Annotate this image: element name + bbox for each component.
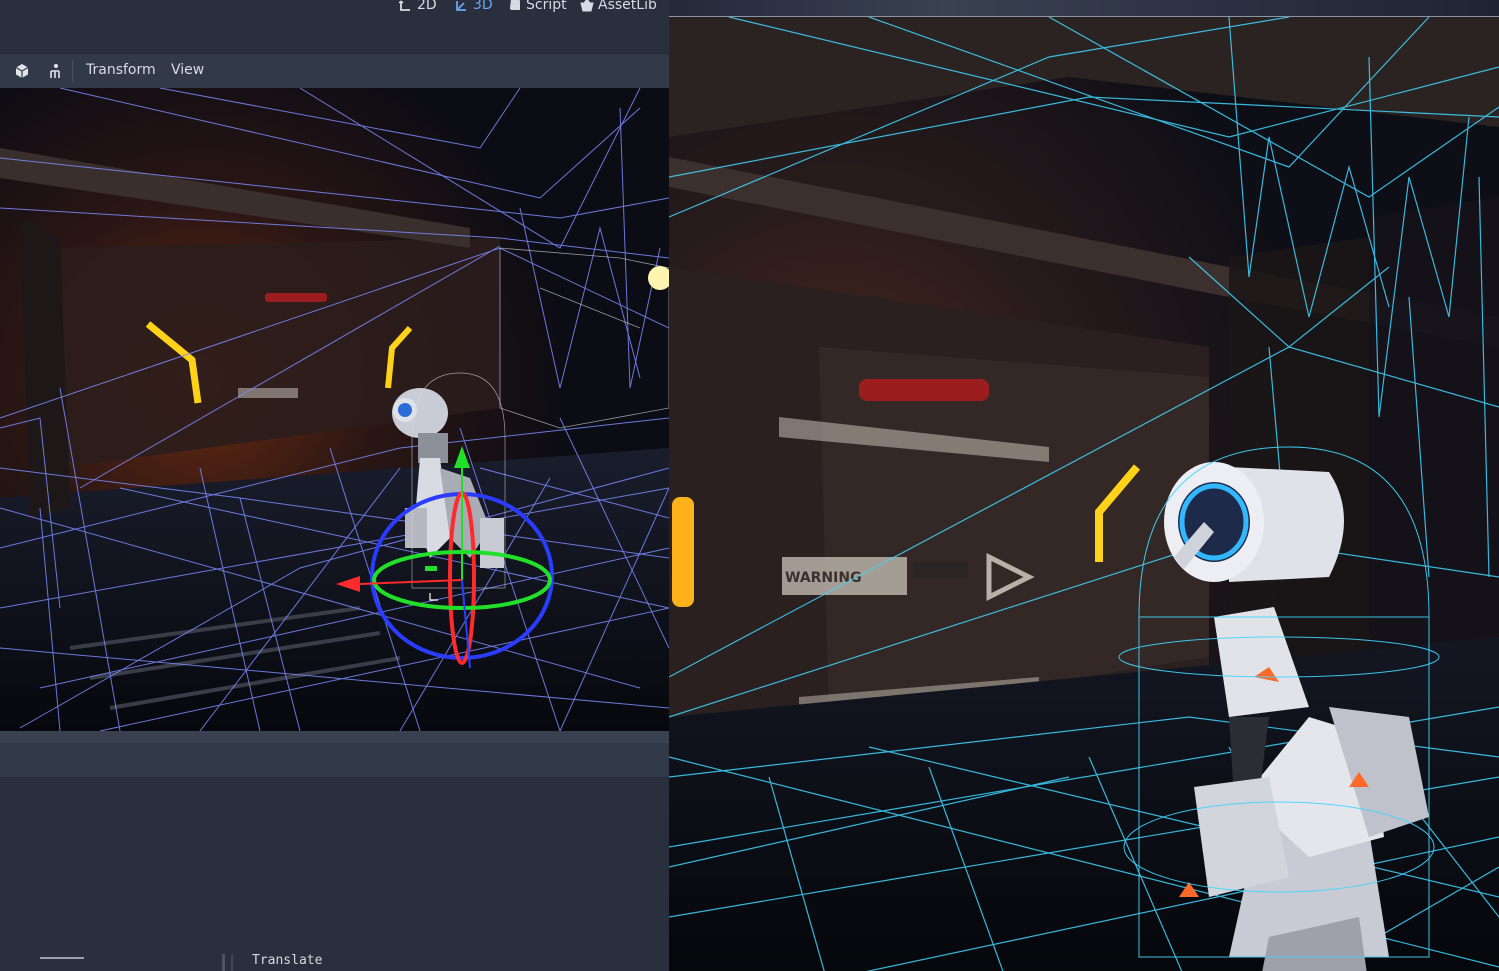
transform-menu[interactable]: Transform (86, 62, 156, 78)
toolbar-separator (72, 60, 73, 82)
mode-2d-label: 2D (417, 0, 437, 13)
game-view-window[interactable]: WARNING (669, 0, 1499, 971)
status-mode-label: Translate (252, 953, 323, 968)
editor-scene-tabs-area (0, 16, 669, 52)
editor-mode-bar: 2D 3D Script AssetLib (0, 0, 669, 16)
mode-3d-label: 3D (473, 0, 493, 13)
mode-3d-button[interactable]: 3D (455, 0, 493, 13)
skeleton-icon[interactable] (47, 63, 63, 79)
bottom-panel (0, 778, 669, 971)
mode-2d-button[interactable]: 2D (399, 0, 437, 13)
status-bar: Translate (0, 950, 669, 971)
mode-script-label: Script (526, 0, 567, 13)
viewport-divider[interactable] (0, 731, 669, 743)
warning-sign-text: WARNING (785, 570, 862, 586)
cube-icon[interactable] (14, 63, 30, 79)
bottom-panel-tabs (0, 743, 669, 778)
game-scene: WARNING (669, 17, 1499, 971)
viewport-toolbar: Transform View (0, 53, 669, 89)
status-indicator (40, 957, 84, 959)
editor-panel: 2D 3D Script AssetLib Transform View Tra… (0, 0, 669, 971)
editor-3d-viewport[interactable] (0, 88, 669, 731)
script-icon (510, 0, 520, 10)
assetlib-icon (580, 0, 594, 12)
2d-mode-icon (399, 0, 410, 11)
mode-script-button[interactable]: Script (508, 0, 567, 13)
status-divider (222, 954, 225, 971)
3d-mode-icon (456, 1, 466, 11)
mode-assetlib-button[interactable]: AssetLib (580, 0, 657, 13)
game-window-titlebar (669, 0, 1499, 17)
status-divider (231, 954, 233, 971)
mode-assetlib-label: AssetLib (598, 0, 657, 13)
view-menu[interactable]: View (171, 62, 204, 78)
